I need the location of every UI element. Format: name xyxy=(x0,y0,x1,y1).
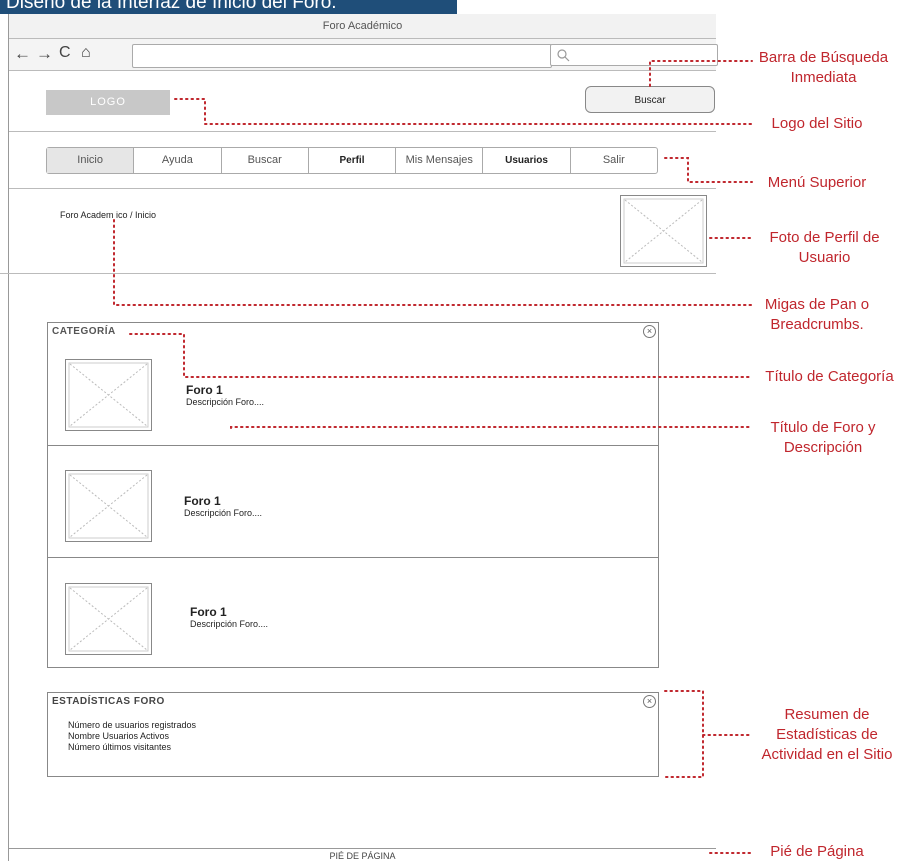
annotation-stats-line1: Resumen de xyxy=(784,706,870,723)
annotation-forum-title-line1: Título de Foro y xyxy=(770,419,876,436)
annotation-footer: Pié de Página xyxy=(770,843,864,860)
annotation-stats-line3: Actividad en el Sitio xyxy=(761,746,893,763)
annotation-breadcrumbs-line2: Breadcrumbs. xyxy=(770,316,864,333)
annotation-stats-line2: Estadísticas de xyxy=(776,726,878,743)
annotation-profile: Foto de Perfil de Usuario xyxy=(752,228,897,268)
annotation-search-bar-line1: Barra de Búsqueda xyxy=(758,49,889,66)
annotation-menu: Menú Superior xyxy=(767,174,867,191)
annotation-forum-title: Título de Foro y Descripción xyxy=(758,418,888,458)
annotation-breadcrumbs-line1: Migas de Pan o xyxy=(764,296,870,313)
annotation-stats: Resumen de Estadísticas de Actividad en … xyxy=(752,705,902,765)
annotation-forum-title-line2: Descripción xyxy=(783,439,863,456)
annotation-category-title: Título de Categoría xyxy=(765,368,894,385)
annotation-search-bar: Barra de Búsqueda Inmediata xyxy=(740,48,907,88)
annotation-breadcrumbs: Migas de Pan o Breadcrumbs. xyxy=(752,295,882,335)
annotation-profile-line1: Foto de Perfil de xyxy=(769,229,880,246)
annotation-search-bar-line2: Inmediata xyxy=(790,69,857,86)
annotation-profile-line2: Usuario xyxy=(798,249,851,266)
annotation-logo: Logo del Sitio xyxy=(771,115,863,132)
